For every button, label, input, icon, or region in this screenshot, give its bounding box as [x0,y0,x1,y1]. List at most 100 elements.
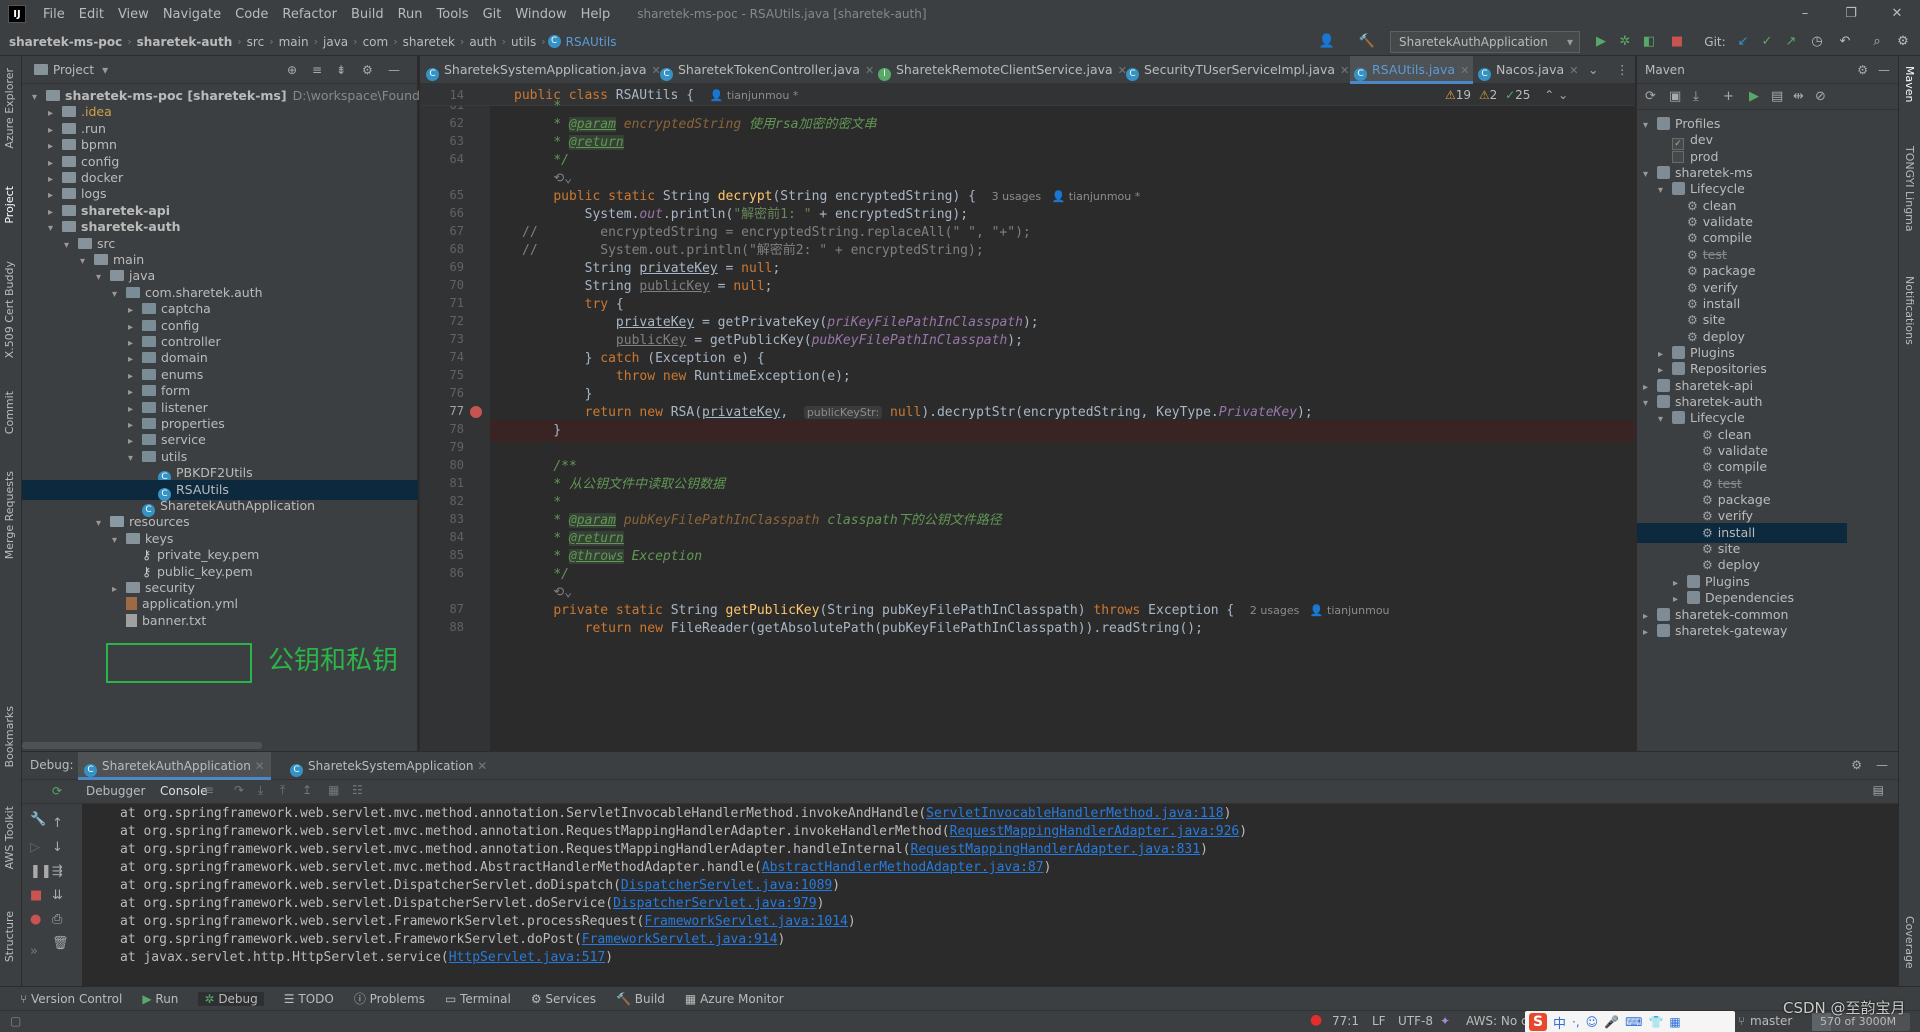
execute-goal-icon[interactable]: ▤ [1771,89,1783,104]
tab-nacos[interactable]: C Nacos.java ✕ [1478,56,1578,84]
debug-hide-icon[interactable]: — [1876,758,1888,772]
tab-sharetek-system-application[interactable]: C SharetekSystemApplication.java ✕ [426,56,661,84]
tab-console[interactable]: Console [160,784,208,798]
stop-icon[interactable]: ■ [1668,33,1686,51]
breadcrumb-file[interactable]: RSAUtils [566,35,620,49]
git-push-icon[interactable]: ↗ [1782,33,1800,51]
close-icon[interactable]: ✕ [1874,0,1920,28]
tool-run[interactable]: ▶ Run [142,992,178,1006]
menu-tools[interactable]: Tools [430,7,476,22]
soft-wrap-icon[interactable]: ⇶ [52,864,63,879]
tool-tongyi-lingma[interactable]: TONGYI Lingma [1903,146,1916,232]
menu-refactor[interactable]: Refactor [275,7,344,22]
editor-gutter[interactable]: 6162636465666768697071727374757677787980… [420,84,490,751]
coverage-icon[interactable]: ◧ [1640,33,1658,51]
generate-sources-icon[interactable]: ▣ [1669,89,1681,104]
hammer-icon[interactable]: 🔨 [1358,33,1376,51]
locate-icon[interactable]: ⊕ [287,63,297,77]
user-icon[interactable]: 👤 [1318,33,1336,51]
project-tree-item[interactable]: banner.txt [22,611,418,631]
tool-build[interactable]: 🔨 Build [616,992,665,1006]
sticky-class-header[interactable]: 14 public class RSAUtils { 👤 tianjunmou * [420,84,799,106]
debug-icon[interactable]: ✲ [1616,33,1634,51]
file-encoding[interactable]: UTF-8 [1398,1014,1433,1028]
settings-icon[interactable]: ⚙ [1894,33,1912,51]
ime-mic-icon[interactable]: 🎤 [1604,1015,1619,1029]
menu-file[interactable]: File [36,7,72,22]
status-toggle-icon[interactable]: ▢ [10,1014,21,1028]
menu-code[interactable]: Code [228,7,275,22]
tab-rsautils[interactable]: C RSAUtils.java ✕ [1350,56,1474,84]
breadcrumb-java[interactable]: java [320,35,351,49]
reload-icon[interactable]: ⟳ [1645,89,1656,104]
print-icon[interactable]: ⎙ [52,912,62,927]
line-separator[interactable]: LF [1372,1014,1386,1028]
menu-run[interactable]: Run [391,7,430,22]
run-configuration-select[interactable]: SharetekAuthApplication ▾ [1390,31,1580,53]
git-update-icon[interactable]: ↙ [1734,33,1752,51]
error-stripe[interactable] [1622,134,1634,751]
source-link[interactable]: RequestMappingHandlerAdapter.java:831 [911,842,1201,857]
ime-chinese-icon[interactable]: 中 [1553,1013,1566,1032]
source-link[interactable]: FrameworkServlet.java:1014 [644,914,848,929]
breadcrumb-com[interactable]: com [360,35,392,49]
step-into-icon[interactable]: ⤓ [258,783,263,798]
breadcrumb-main[interactable]: main [276,35,312,49]
run-to-cursor-icon[interactable]: ↥ [302,783,312,797]
scroll-to-end-icon[interactable]: ⇊ [52,888,63,903]
aws-connection[interactable]: AWS: No c [1466,1014,1528,1028]
ai-assistant-icon[interactable]: ✦ [1440,1014,1450,1028]
menu-build[interactable]: Build [344,7,391,22]
step-out-icon[interactable]: ⤒ [280,783,285,798]
ime-skin-icon[interactable]: 👕 [1648,1015,1663,1029]
debug-session-system[interactable]: C SharetekSystemApplication ✕ [284,752,493,780]
tab-security-tuser-service-impl[interactable]: C SecurityTUserServiceImpl.java ✕ [1126,56,1349,84]
menu-edit[interactable]: Edit [72,7,111,22]
download-icon[interactable]: ⤓ [1693,89,1699,104]
tool-structure[interactable]: Structure [3,911,16,962]
restore-icon[interactable]: ❐ [1828,0,1874,28]
menu-view[interactable]: View [111,7,156,22]
profile-checkbox[interactable] [1672,150,1684,163]
menu-window[interactable]: Window [508,7,573,22]
caret-position[interactable]: 77:1 [1332,1014,1359,1028]
tool-merge-requests[interactable]: Merge Requests [3,471,16,559]
step-over-icon[interactable]: ↷ [234,783,244,797]
more-icon[interactable]: » [30,944,38,959]
breadcrumb-src[interactable]: src [244,35,268,49]
menu-help[interactable]: Help [574,7,618,22]
source-link[interactable]: DispatcherServlet.java:1089 [621,878,832,893]
console-output[interactable]: at org.springframework.web.servlet.mvc.m… [82,804,1898,987]
add-icon[interactable]: + [1723,89,1734,104]
code-line[interactable]: return new FileReader(getAbsolutePath(pu… [522,618,1203,640]
code-editor[interactable]: 6162636465666768697071727374757677787980… [420,84,1635,751]
maven-settings-icon[interactable]: ⚙ [1857,56,1868,84]
tool-notifications[interactable]: Notifications [1903,276,1916,345]
expand-all-icon[interactable]: ≡ [312,63,322,77]
tab-sharetek-remote-client-service[interactable]: I SharetekRemoteClientService.java ✕ [878,56,1127,84]
search-icon[interactable]: ⌕ [1868,33,1886,51]
maven-hide-icon[interactable]: — [1878,56,1890,84]
trace-icon[interactable]: ☷ [352,783,363,797]
ime-punct-icon[interactable]: ·, [1572,1015,1580,1029]
tool-problems[interactable]: ⓘ Problems [354,990,425,1007]
breadcrumb-project[interactable]: sharetek-ms-poc [6,35,125,49]
breakpoint-icon[interactable] [470,406,482,418]
tabs-overflow-chevron-icon[interactable]: ⌄ [1588,56,1598,84]
toggle-offline-icon[interactable]: ⇹ [1793,89,1804,104]
console-menu-icon[interactable]: ≡ [204,783,214,797]
clear-console-icon[interactable]: 🗑 [52,936,69,951]
evaluate-icon[interactable]: ▦ [328,783,339,797]
scroll-up-icon[interactable]: ↑ [52,816,63,831]
source-link[interactable]: ServletInvocableHandlerMethod.java:118 [926,806,1223,821]
minimize-icon[interactable]: – [1782,0,1828,28]
debug-settings-icon[interactable]: ⚙ [1851,758,1862,772]
run-icon[interactable]: ▶ [1592,33,1610,51]
chevron-right-icon[interactable]: ▸ [1643,623,1657,643]
project-panel-title[interactable]: Project [53,63,94,77]
options-gear-icon[interactable]: ⚙ [362,63,373,77]
tool-bookmarks[interactable]: Bookmarks [3,706,16,767]
tool-azure-explorer[interactable]: Azure Explorer [3,68,16,149]
tool-version-control[interactable]: ⑂ Version Control [20,992,122,1006]
settings-wrench-icon[interactable]: 🔧 [30,812,46,827]
